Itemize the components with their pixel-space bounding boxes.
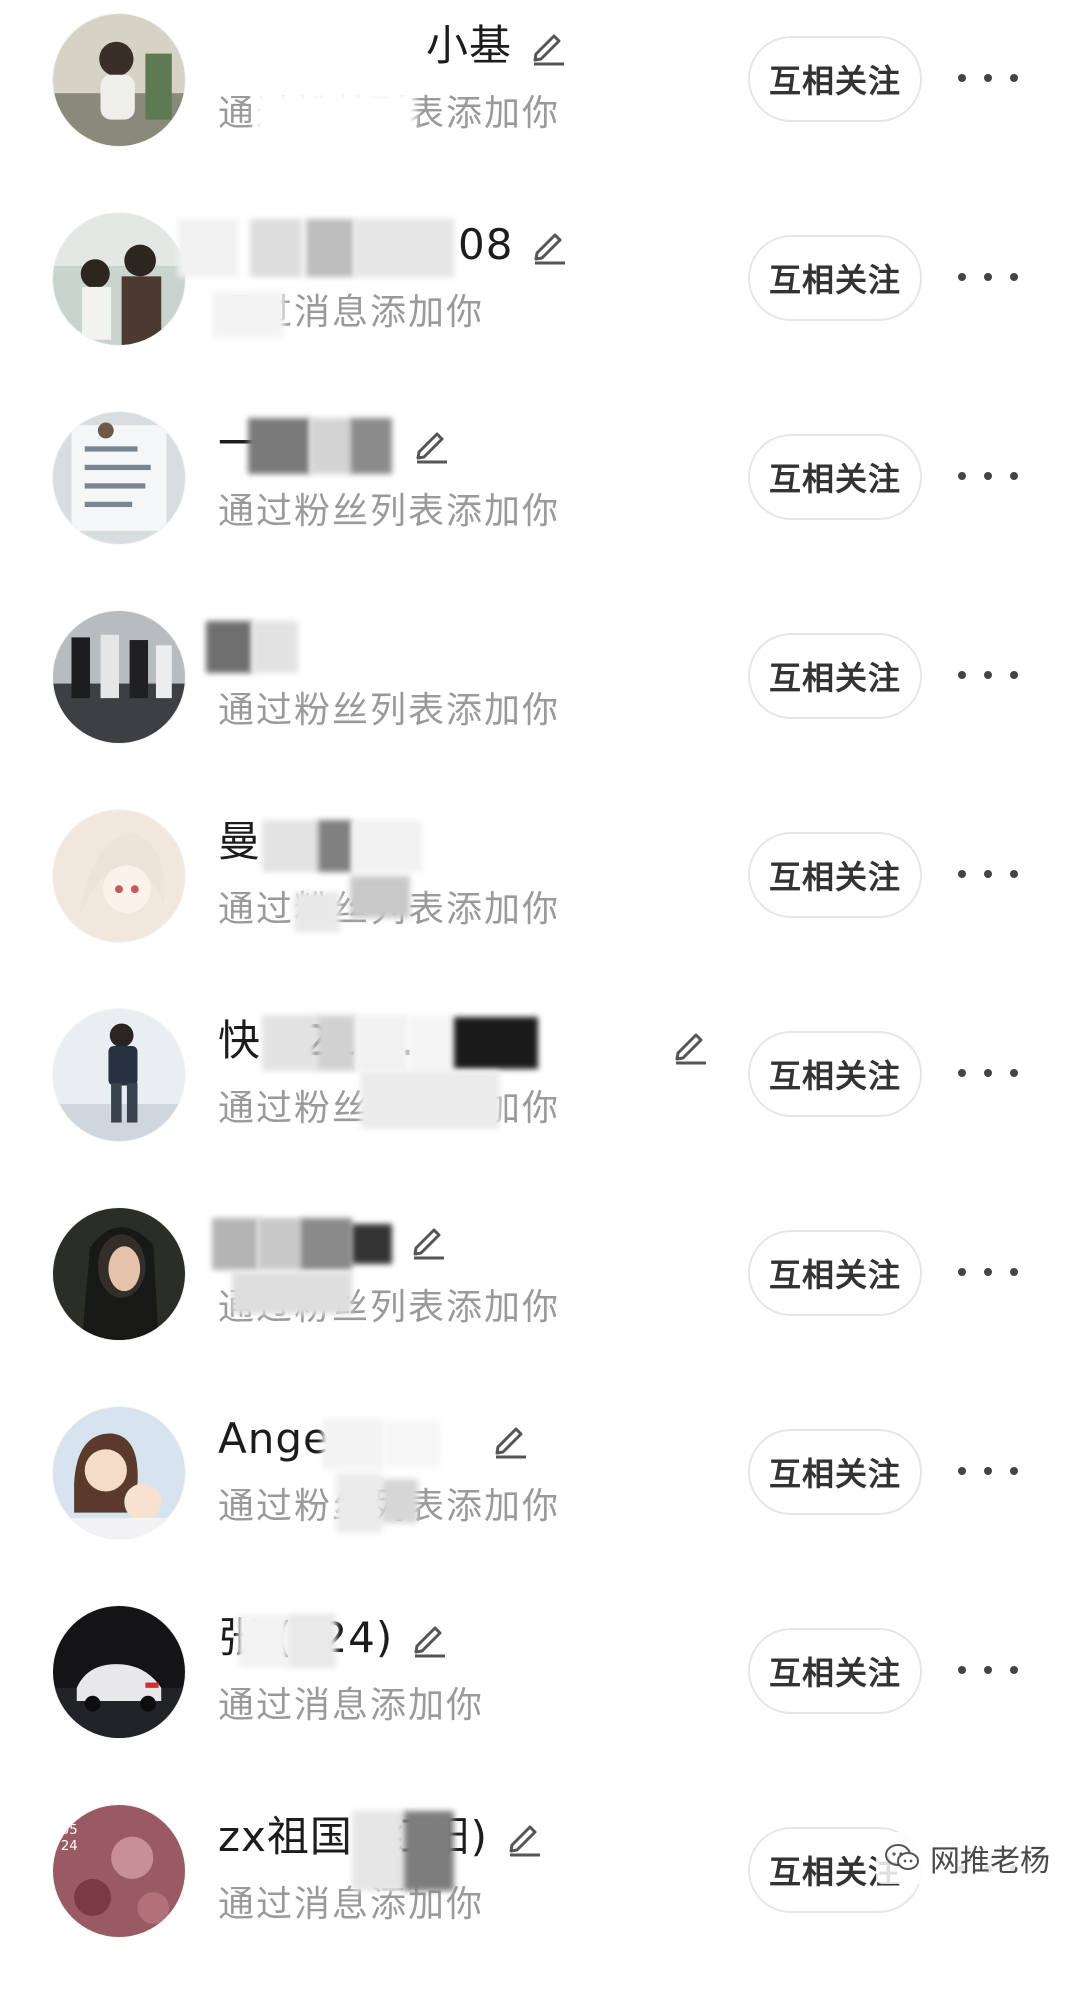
contact-name-line: 张 (924) <box>218 1608 449 1668</box>
mutual-follow-button[interactable]: 互相关注 <box>748 434 922 520</box>
mutual-follow-button[interactable]: 互相关注 <box>748 633 922 719</box>
contact-name-line: 曼 <box>218 812 261 872</box>
privacy-mosaic <box>206 621 252 673</box>
privacy-mosaic <box>262 820 318 872</box>
pencil-edit-icon[interactable] <box>490 1419 530 1459</box>
contact-source: 通过粉丝列表添加你 <box>218 93 561 134</box>
contact-source: 通过粉丝列表添加你 <box>218 1088 561 1129</box>
pencil-edit-icon[interactable] <box>504 1817 544 1857</box>
pencil-edit-icon[interactable] <box>408 1220 448 1260</box>
contact-row[interactable]: 05 24 zx祖国 (红阳) 通过消息添加你 互相关注 <box>0 1791 1080 1989</box>
contact-source: 通过粉丝列表添加你 <box>218 491 561 532</box>
contact-row[interactable]: 一 通过粉丝列表添加你 互相关注 <box>0 398 1080 596</box>
contact-row[interactable]: 张 (924) 通过消息添加你 互相关注 <box>0 1592 1080 1790</box>
mutual-follow-button[interactable]: 互相关注 <box>748 1230 922 1316</box>
svg-text:24: 24 <box>61 1839 78 1854</box>
privacy-mosaic <box>252 621 298 673</box>
contact-name-line: 08 <box>218 215 569 275</box>
avatar[interactable] <box>53 611 185 743</box>
avatar[interactable] <box>53 810 185 942</box>
pencil-edit-icon[interactable] <box>528 26 568 66</box>
more-dots-icon[interactable] <box>958 655 1018 695</box>
contact-name-line: 一 <box>218 414 451 474</box>
more-dots-icon[interactable] <box>958 456 1018 496</box>
more-dots-icon[interactable] <box>958 1650 1018 1690</box>
more-dots-icon[interactable] <box>958 1252 1018 1292</box>
contact-source: 通过消息添加你 <box>218 1884 485 1925</box>
mutual-follow-button[interactable]: 互相关注 <box>748 1628 922 1714</box>
contact-source: 通过粉丝列表添加你 <box>218 889 561 930</box>
svg-text:05: 05 <box>61 1823 78 1838</box>
wechat-icon <box>885 1844 919 1870</box>
more-dots-icon[interactable] <box>958 257 1018 297</box>
contact-row[interactable]: 通过粉丝列表添加你 互相关注 <box>0 597 1080 795</box>
more-dots-icon[interactable] <box>958 854 1018 894</box>
mutual-follow-button[interactable]: 互相关注 <box>748 1031 922 1117</box>
mutual-follow-button[interactable]: 互相关注 <box>748 235 922 321</box>
privacy-mosaic <box>352 820 422 872</box>
mutual-follow-button[interactable]: 互相关注 <box>748 1429 922 1515</box>
contact-source: 通过消息添加你 <box>218 292 485 333</box>
avatar[interactable] <box>53 1606 185 1738</box>
contact-list: 小基 通过粉丝列表添加你 互相关注 08 通过消息添加你 互相关注 一 通过粉丝… <box>0 0 1080 1937</box>
contact-name: 快 9210... <box>218 1016 430 1065</box>
contact-name: 一 <box>218 419 262 468</box>
pencil-edit-icon[interactable] <box>670 1025 710 1065</box>
contact-source: 通过粉丝列表添加你 <box>218 690 561 731</box>
contact-name: 曼 <box>218 817 262 866</box>
avatar[interactable]: 05 24 <box>53 1805 185 1937</box>
avatar[interactable] <box>53 213 185 345</box>
avatar[interactable] <box>53 1208 185 1340</box>
contact-name: 08 <box>458 220 514 269</box>
watermark-text: 网推老杨 <box>930 1844 1050 1879</box>
contact-row[interactable]: 通过粉丝列表添加你 互相关注 <box>0 1194 1080 1392</box>
contact-name-line <box>218 1210 448 1270</box>
contact-name: Ange <box>218 1414 330 1463</box>
avatar[interactable] <box>53 412 185 544</box>
pencil-edit-icon[interactable] <box>409 1618 449 1658</box>
more-dots-icon[interactable] <box>958 1053 1018 1093</box>
contact-source: 通过粉丝列表添加你 <box>218 1287 561 1328</box>
contact-row[interactable]: 08 通过消息添加你 互相关注 <box>0 199 1080 397</box>
pencil-edit-icon[interactable] <box>529 225 569 265</box>
avatar[interactable] <box>53 1407 185 1539</box>
mutual-follow-button[interactable]: 互相关注 <box>748 832 922 918</box>
contact-name: 张 (924) <box>218 1613 394 1662</box>
contact-name-line: 快 9210... <box>218 1011 429 1071</box>
contact-row[interactable]: Ange 通过粉丝列表添加你 互相关注 <box>0 1393 1080 1591</box>
contact-name-line: Ange <box>218 1409 530 1469</box>
contact-row[interactable]: 快 9210... 通过粉丝列表添加你 互相关注 <box>0 995 1080 1193</box>
contact-name: 小基 <box>426 21 513 70</box>
more-dots-icon[interactable] <box>958 1451 1018 1491</box>
contact-name-line: zx祖国 (红阳) <box>218 1807 544 1867</box>
privacy-mosaic <box>318 820 352 872</box>
more-dots-icon[interactable] <box>958 58 1018 98</box>
contact-source: 通过消息添加你 <box>218 1685 485 1726</box>
avatar[interactable] <box>53 14 185 146</box>
privacy-mosaic <box>454 1017 538 1069</box>
mutual-follow-button[interactable]: 互相关注 <box>748 36 922 122</box>
pencil-edit-icon[interactable] <box>411 424 451 464</box>
contact-name-line: 小基 <box>218 16 568 76</box>
contact-source: 通过粉丝列表添加你 <box>218 1486 561 1527</box>
contact-name: zx祖国 (红阳) <box>218 1812 489 1861</box>
contact-row[interactable]: 曼 通过粉丝列表添加你 互相关注 <box>0 796 1080 994</box>
contact-row[interactable]: 小基 通过粉丝列表添加你 互相关注 <box>0 0 1080 198</box>
watermark: 网推老杨 <box>876 1832 1058 1884</box>
avatar[interactable] <box>53 1009 185 1141</box>
